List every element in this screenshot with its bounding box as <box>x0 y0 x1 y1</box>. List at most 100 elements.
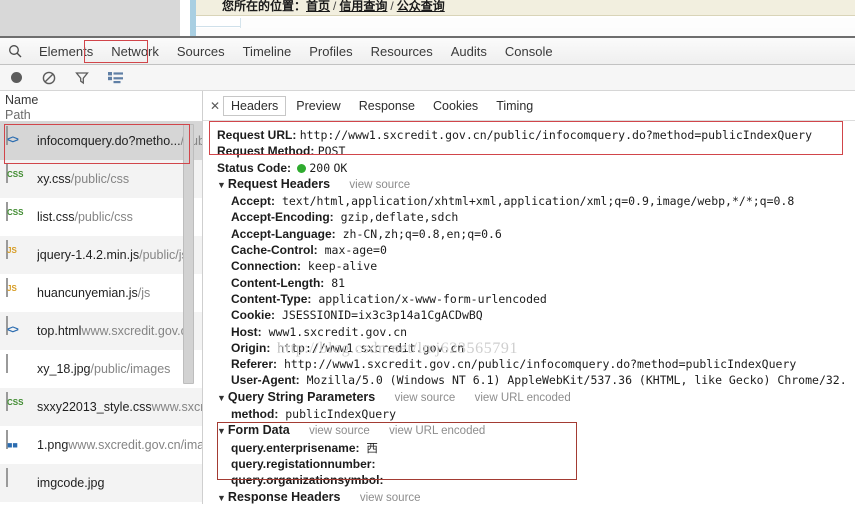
header-key: Host: <box>231 324 262 339</box>
request-path: /public/js <box>139 248 188 262</box>
query-string-section[interactable]: ▼ Query String Parameters view source vie… <box>217 389 855 406</box>
file-icon: JS <box>6 240 30 269</box>
request-name: infocomquery.do?metho... <box>37 134 181 148</box>
search-icon[interactable] <box>0 44 30 58</box>
requests-list[interactable]: <>infocomquery.do?metho.../publicCSSxy.c… <box>0 122 202 502</box>
form-data-view-url-encoded[interactable]: view URL encoded <box>389 425 485 437</box>
chevron-down-icon[interactable]: ▼ <box>217 493 226 503</box>
tab-console[interactable]: Console <box>496 40 562 62</box>
query-string-view-source[interactable]: view source <box>395 392 456 404</box>
image-file-icon <box>6 354 8 373</box>
tab-headers[interactable]: Headers <box>223 95 287 116</box>
request-row[interactable]: CSS list.css/public/css <box>0 198 202 236</box>
header-value: gzip,deflate,sdch <box>333 210 459 225</box>
record-icon[interactable] <box>6 68 26 88</box>
request-row[interactable]: ■■ 1.pngwww.sxcredit.gov.cn/imag <box>0 426 202 464</box>
header-key-row: Origin: http://www1.sxcredit.gov.cn <box>217 340 855 356</box>
request-row[interactable]: xy_18.jpg/public/images <box>0 350 202 388</box>
status-code-label: Status Code: <box>217 160 292 175</box>
request-headers-section[interactable]: ▼ Request Headers view source <box>217 176 855 193</box>
file-icon: JS <box>6 278 30 307</box>
tab-timeline[interactable]: Timeline <box>234 40 301 62</box>
request-headers-view-source[interactable]: view source <box>349 179 410 191</box>
form-field-key-row: query.organizationsymbol: <box>217 472 855 488</box>
breadcrumb-home[interactable]: 首页 <box>306 0 330 13</box>
request-row[interactable]: CSS sxxy22013_style.csswww.sxcredit.gov.c… <box>0 388 202 426</box>
tab-resources[interactable]: Resources <box>362 40 442 62</box>
breadcrumb-public-query[interactable]: 公众查询 <box>397 0 445 13</box>
header-value: http://www1.sxcredit.gov.cn/public/infoc… <box>277 357 797 372</box>
header-value: zh-CN,zh;q=0.8,en;q=0.6 <box>335 226 502 241</box>
breadcrumb-label: 您所在的位置： <box>222 0 307 13</box>
query-string-title: Query String Parameters <box>227 389 376 404</box>
header-key-row: Cookie: JSESSIONID=ix3c3p14a1CgACDwBQ <box>217 307 855 323</box>
request-row[interactable]: JS jquery-1.4.2.min.js/public/js <box>0 236 202 274</box>
form-data-list: query.enterprisename: 西 query.registation… <box>217 440 855 489</box>
query-string-view-url-encoded[interactable]: view URL encoded <box>475 392 571 404</box>
tab-preview[interactable]: Preview <box>288 96 348 116</box>
file-icon: <> <box>6 126 30 155</box>
file-icon <box>6 468 30 497</box>
request-headers-list: Accept: text/html,application/xhtml+xml,… <box>217 193 855 389</box>
tab-response[interactable]: Response <box>351 96 423 116</box>
header-key: Content-Length: <box>231 275 325 290</box>
tab-elements[interactable]: Elements <box>30 40 102 62</box>
request-path: www.sxcredit.gov.cn/imag <box>68 438 202 452</box>
image-file-icon: ■■ <box>6 430 18 450</box>
js-file-icon: JS <box>6 278 17 297</box>
request-row[interactable]: CSS xy.css/public/css <box>0 160 202 198</box>
header-key-row: Content-Type: application/x-www-form-url… <box>217 291 855 307</box>
tab-audits[interactable]: Audits <box>442 40 496 62</box>
header-key-row: Content-Length: 81 <box>217 275 855 291</box>
css-file-icon: CSS <box>6 164 23 183</box>
screenshot-root: 您所在的位置：首页 / 信用查询 / 公众查询 Elements Network Sou… <box>0 0 855 505</box>
close-icon[interactable]: ✕ <box>207 99 223 113</box>
request-row[interactable]: JS huancunyemian.js/js <box>0 274 202 312</box>
tab-cookies[interactable]: Cookies <box>425 96 486 116</box>
header-key: Accept-Encoding: <box>231 210 334 225</box>
sidebar-scrollbar[interactable] <box>183 124 194 384</box>
request-url-row: Request URL: http://www1.sxcredit.gov.cn… <box>217 127 855 143</box>
breadcrumb-sep-1: / <box>333 0 337 13</box>
chevron-down-icon[interactable]: ▼ <box>217 180 226 190</box>
request-name: list.css <box>37 210 75 224</box>
request-row[interactable]: <> top.htmlwww.sxcredit.gov.cn <box>0 312 202 350</box>
web-page-background: 您所在的位置：首页 / 信用查询 / 公众查询 <box>0 0 855 38</box>
header-key: Accept: <box>231 194 276 209</box>
html-file-icon: <> <box>6 126 19 146</box>
request-path: www.sxcredit.gov.cn <box>81 324 194 338</box>
tab-sources[interactable]: Sources <box>168 40 234 62</box>
request-path: /js <box>137 286 151 300</box>
tab-network[interactable]: Network <box>102 40 168 62</box>
header-key: Referer: <box>231 357 278 372</box>
header-value: max-age=0 <box>317 243 387 258</box>
requests-sidebar: Name Path <> infocomquery.do?metho... /pub… <box>0 91 203 504</box>
form-data-view-source[interactable]: view source <box>309 425 370 437</box>
header-key-row: User-Agent: Mozilla/5.0 (Windows NT 6.1)… <box>217 372 855 388</box>
request-path: /public/css <box>70 172 130 186</box>
request-name: imgcode.jpg <box>37 476 105 490</box>
header-key-row: Cache-Control: max-age=0 <box>217 242 855 258</box>
form-field-key: query.enterprisename: <box>231 440 360 455</box>
response-headers-section[interactable]: ▼ Response Headers view source <box>217 489 855 505</box>
breadcrumb-sep-2: / <box>390 0 394 13</box>
form-data-section[interactable]: ▼ Form Data view source view URL encoded <box>217 422 855 439</box>
response-headers-title: Response Headers <box>227 489 341 504</box>
css-file-icon: CSS <box>6 392 23 411</box>
column-name: Name <box>5 93 39 107</box>
chevron-down-icon[interactable]: ▼ <box>217 393 226 403</box>
file-icon: <> <box>6 316 30 345</box>
request-row[interactable]: imgcode.jpg <box>0 464 202 502</box>
chevron-down-icon[interactable]: ▼ <box>217 426 226 436</box>
filter-icon[interactable] <box>72 68 92 88</box>
image-file-icon <box>6 468 8 487</box>
tab-profiles[interactable]: Profiles <box>300 40 361 62</box>
devtools-window: Elements Network Sources Timeline Profil… <box>0 38 855 505</box>
response-headers-view-source[interactable]: view source <box>360 492 421 504</box>
request-row[interactable]: <>infocomquery.do?metho.../public <box>0 122 202 160</box>
list-view-icon[interactable] <box>105 68 125 88</box>
breadcrumb-credit-query[interactable]: 信用查询 <box>339 0 387 13</box>
clear-icon[interactable] <box>39 68 59 88</box>
tab-timing[interactable]: Timing <box>488 96 541 116</box>
form-data-block: ▼ Form Data view source view URL encoded … <box>217 422 855 488</box>
